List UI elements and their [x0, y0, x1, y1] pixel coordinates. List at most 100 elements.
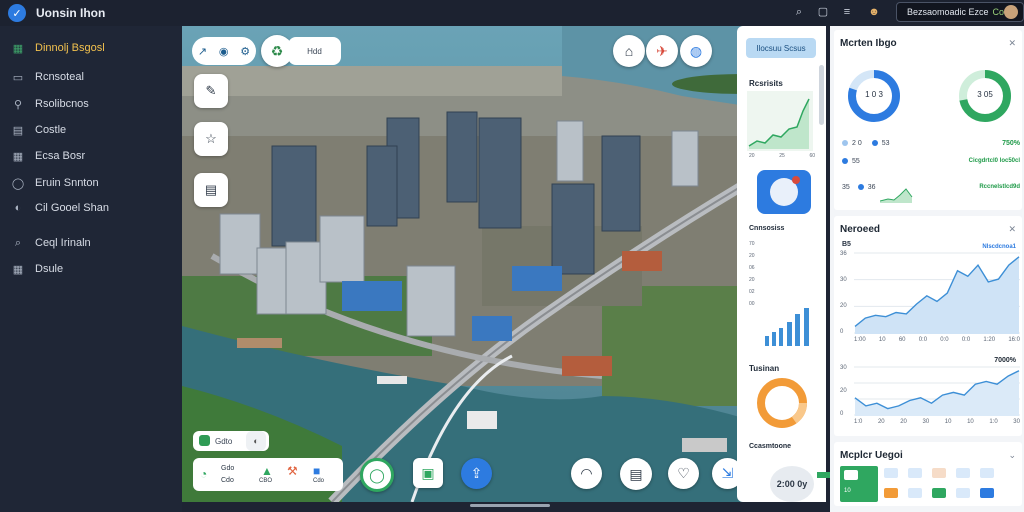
tile-icon[interactable]: [980, 468, 994, 478]
tile-icon[interactable]: [884, 488, 898, 498]
clock-face-icon: [770, 176, 800, 206]
sidebar: ▦ Dinnolj Bsgosl ▭ Rcnsoteal ⚲ Rsolibcno…: [0, 26, 182, 512]
chevron-down-icon[interactable]: ⌄: [1008, 450, 1016, 461]
donut1-value: 1 0 3: [865, 90, 883, 99]
sidebar-item-map-layers[interactable]: ▦ Dinnolj Bsgosl: [0, 38, 182, 58]
document-icon: ▤: [12, 124, 24, 137]
horizontal-scrollbar[interactable]: [470, 504, 550, 507]
green-tile[interactable]: 10: [840, 466, 878, 502]
y-tick-label: 20: [840, 303, 847, 309]
card-title: Neroeed: [840, 224, 881, 235]
tile-icon[interactable]: [932, 468, 946, 478]
comment-icon[interactable]: ♡: [668, 458, 699, 489]
globe-icon: ◐: [14, 202, 22, 214]
tile-icon[interactable]: [932, 488, 946, 498]
map-layers-icon: ▦: [12, 42, 24, 55]
sidebar-item-label: Rsolibcnos: [35, 98, 89, 110]
sidebar-item-monitor[interactable]: ▭ Rcnsoteal: [0, 67, 182, 87]
tile-icon[interactable]: [956, 468, 970, 478]
user-name: Bezsaomoadic Ezce: [907, 7, 989, 17]
search-icon[interactable]: ⌕: [792, 5, 806, 19]
tree-icon[interactable]: ▲: [261, 464, 273, 478]
spark-ticks: 70 20 06 20 02 00: [749, 241, 755, 307]
vertical-scrollbar[interactable]: [819, 65, 824, 125]
card-title: Mcplcr Uegoi: [840, 450, 903, 461]
user-menu[interactable]: Bezsaomoadic Ezce Co0: [896, 2, 1024, 22]
close-icon[interactable]: ✕: [1008, 224, 1016, 235]
tile-icon[interactable]: [908, 488, 922, 498]
axis-ticks: 20 25 60: [749, 153, 815, 159]
dock-label: CBO: [259, 478, 273, 484]
layer-pill[interactable]: Hdd: [288, 37, 341, 65]
share-icon[interactable]: ⇪: [461, 458, 492, 489]
clock-widget[interactable]: [757, 170, 811, 214]
add-image-icon[interactable]: ▣: [413, 458, 443, 488]
avatar[interactable]: [1004, 5, 1018, 19]
chat-icon[interactable]: ▢: [816, 5, 830, 19]
analytics-column: Ilocsuu Scsus Rcsrisits 20 25 60 Cnnsosiss…: [737, 26, 833, 502]
target-icon[interactable]: ◉: [219, 45, 229, 58]
area-sparkline: [747, 91, 813, 151]
y-tick-label: 0: [840, 329, 844, 335]
x-axis-ticks: 1:0 20 20 30 10 10 1:0 30: [854, 419, 1020, 425]
database-icon[interactable]: ≡: [840, 5, 854, 19]
map-toolbar[interactable]: ↗ ◉ ⚙: [192, 37, 256, 65]
layers-panel-icon[interactable]: ▤: [194, 173, 228, 207]
settings-icon[interactable]: ⚙: [240, 45, 250, 58]
sidebar-item-table[interactable]: ▦ Dsule: [0, 259, 182, 279]
sidebar-item-chat[interactable]: ◯ Eruin Snnton: [0, 173, 182, 193]
x-tick-label: 0:0: [940, 337, 949, 343]
sidebar-item-grid[interactable]: ▦ Ecsa Bosr: [0, 146, 182, 166]
sidebar-item-globe[interactable]: ◐ Cil Gooel Shan: [0, 198, 182, 218]
notes-icon[interactable]: ▤: [620, 458, 652, 490]
tile-icon[interactable]: [980, 488, 994, 498]
tile-icon[interactable]: [908, 468, 922, 478]
sidebar-item-pins[interactable]: ⚲ Rsolibcnos: [0, 94, 182, 114]
globe-icon[interactable]: ◍: [680, 35, 712, 67]
line-chart-lower: [854, 366, 1020, 416]
x-tick-label: 16:0: [1008, 337, 1020, 343]
chart-bubble-icon[interactable]: ◠: [571, 458, 602, 489]
chat-bubble-icon: ◯: [11, 177, 25, 190]
top-bar: ✓ Uonsin Ihon ⌕ ▢ ≡ ☻ Bezsaomoadic Ezce …: [0, 0, 1024, 26]
midcol-header-button[interactable]: Ilocsuu Scsus: [746, 38, 816, 58]
map-view[interactable]: ✎ ☆ ▤: [182, 26, 822, 502]
search-icon: ⌕: [14, 236, 22, 249]
close-icon[interactable]: ✕: [1008, 38, 1016, 49]
sidebar-item-label: Ecsa Bosr: [35, 150, 86, 162]
section-title: Cnnsosiss: [749, 225, 785, 232]
cube-icon[interactable]: ■: [313, 464, 320, 478]
app-logo[interactable]: ✓: [8, 4, 26, 22]
series-area: [855, 256, 1019, 334]
timer-icon[interactable]: ◔: [200, 467, 207, 481]
dock-label: Cdo: [313, 478, 325, 484]
draw-shape-icon[interactable]: ✎: [194, 74, 228, 108]
toggle-switch[interactable]: ◐: [246, 431, 266, 451]
tile-icon[interactable]: [884, 468, 898, 478]
section-title: Tusinan: [749, 364, 780, 373]
x-tick-label: 1:00: [854, 337, 866, 343]
stat-row: 35 36 Rccnelstlcd9d: [842, 184, 1020, 191]
measure-icon[interactable]: ↗: [198, 45, 207, 58]
compass-icon[interactable]: ◯: [360, 458, 394, 492]
dock-label: Gdo: [221, 465, 235, 472]
tile-icon[interactable]: [956, 488, 970, 498]
y-tick-label: 20: [840, 388, 847, 394]
location-pin-icon[interactable]: ⌂: [613, 35, 645, 67]
chart-legend-label: Nlscdcnoa1: [982, 244, 1016, 250]
team-icon[interactable]: ☻: [864, 5, 884, 19]
card-subtitle: B5: [842, 241, 851, 248]
hammer-icon[interactable]: ⚒: [287, 464, 298, 478]
bar-sparkline: [765, 308, 809, 346]
polygon-icon[interactable]: ☆: [194, 122, 228, 156]
stat-row: 2 0 53 750%: [842, 140, 1020, 147]
sidebar-item-search[interactable]: ⌕ Ceql Irinaln: [0, 233, 182, 253]
orange-donut: [757, 378, 807, 428]
x-tick-label: 0:0: [961, 337, 971, 343]
sidebar-item-label: Ceql Irinaln: [35, 237, 91, 249]
app-title: Uonsin Ihon: [36, 6, 106, 20]
route-icon[interactable]: ✈: [646, 35, 678, 67]
series-area: [855, 370, 1019, 416]
sidebar-item-documents[interactable]: ▤ Costle: [0, 120, 182, 140]
layer-color-swatch: [199, 435, 210, 446]
